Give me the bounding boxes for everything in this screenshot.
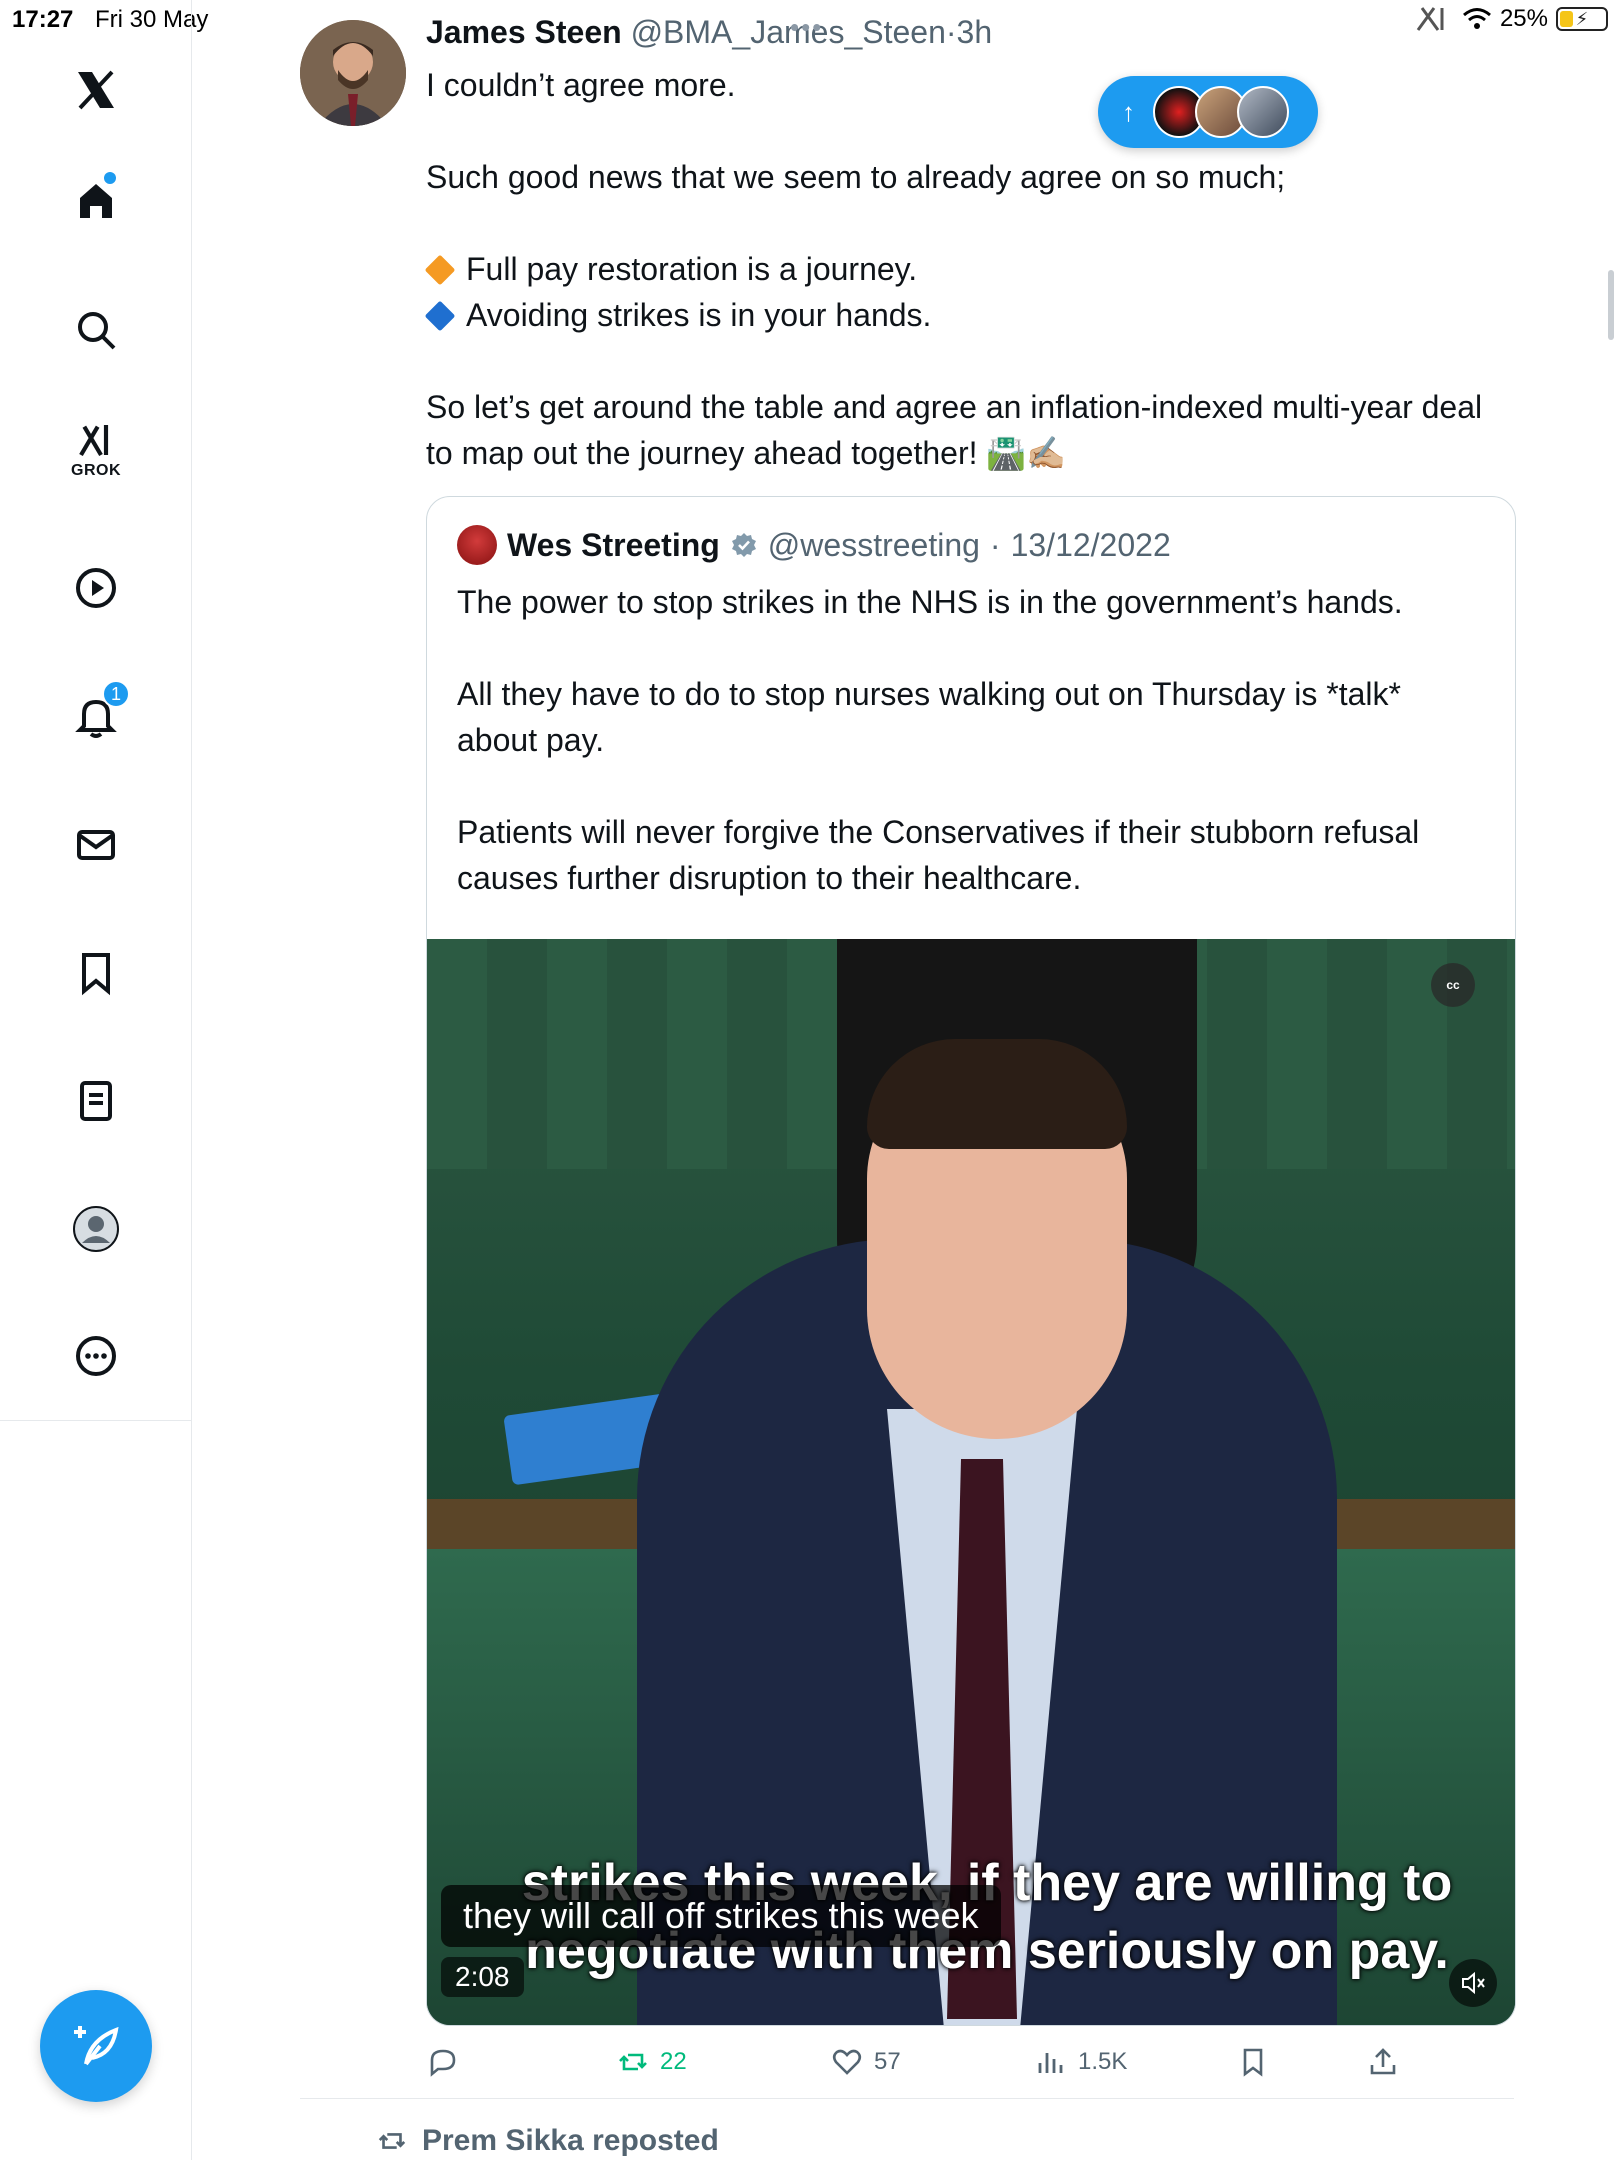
mute-button[interactable] (1449, 1959, 1497, 2007)
home-unread-dot (104, 172, 116, 184)
author-avatar[interactable] (300, 20, 406, 126)
author-name[interactable]: James Steen (426, 14, 622, 50)
video-icon[interactable] (56, 548, 136, 628)
grok-nav-item[interactable]: GROK (56, 410, 136, 490)
tweet-header: James Steen @BMA_James_Steen·3h (426, 14, 992, 51)
like-count: 57 (874, 2048, 901, 2075)
sidebar: GROK 1 (0, 0, 192, 2160)
bookmark-icon (1243, 2048, 1263, 2077)
repost-indicator-label: Prem Sikka reposted (422, 2124, 719, 2157)
tweet-line-2: Such good news that we seem to already a… (426, 159, 1286, 195)
repost-small-icon (378, 2133, 406, 2149)
quoted-para-3: Patients will never forgive the Conserva… (457, 814, 1420, 896)
notifications-icon[interactable]: 1 (56, 676, 136, 756)
quoted-para-2: All they have to do to stop nurses walki… (457, 676, 1401, 758)
bookmarks-icon[interactable] (56, 933, 136, 1013)
quoted-body: The power to stop strikes in the NHS is … (457, 579, 1487, 901)
header-separator: · (945, 14, 957, 50)
new-posts-avatars (1153, 86, 1289, 138)
bullet-1-text: Full pay restoration is a journey. (466, 251, 918, 287)
tweet-line-1: I couldn’t agree more. (426, 67, 736, 103)
video-caption: they will call off strikes this week (441, 1885, 1001, 1947)
action-bar: 22 57 1.5K (426, 2038, 1426, 2086)
share-icon (1370, 2048, 1396, 2075)
blue-diamond-icon (424, 300, 456, 332)
repost-indicator[interactable]: Prem Sikka reposted (376, 2124, 719, 2158)
quoted-author-handle[interactable]: @wesstreeting (768, 527, 980, 564)
tweet-line-3: So let’s get around the table and agree … (426, 389, 1483, 471)
new-posts-pill[interactable]: ↑ (1098, 76, 1318, 148)
grok-status-icon (1416, 7, 1444, 31)
speaker-muted-icon (1462, 1971, 1485, 1995)
quoted-header: Wes Streeting @wesstreeting · 13/12/2022 (457, 525, 1171, 565)
lists-icon[interactable] (56, 1061, 136, 1141)
quoted-author-avatar[interactable] (457, 525, 497, 565)
share-button[interactable] (1366, 2038, 1400, 2086)
sidebar-divider (0, 1420, 192, 1421)
bullet-2-text: Avoiding strikes is in your hands. (466, 297, 932, 333)
x-logo-icon[interactable] (56, 50, 136, 130)
pill-avatar-3 (1237, 86, 1289, 138)
notifications-badge: 1 (102, 680, 130, 708)
video-player[interactable]: cc strikes this week, if they are willin… (427, 939, 1515, 2025)
orange-diamond-icon (424, 254, 456, 286)
more-icon[interactable] (56, 1316, 136, 1396)
battery-icon: ⚡ (1556, 7, 1608, 31)
grok-icon (79, 425, 109, 457)
tweet-bullet-2: Avoiding strikes is in your hands. (424, 292, 1506, 338)
messages-icon[interactable] (56, 805, 136, 885)
tweet-body: I couldn’t agree more. Such good news th… (424, 62, 1506, 476)
battery-percent: 25% (1499, 5, 1548, 32)
compose-feather-icon (74, 2026, 119, 2066)
author-handle[interactable]: @BMA_James_Steen (631, 14, 946, 50)
scrollbar[interactable] (1608, 270, 1614, 340)
repost-count: 22 (660, 2048, 687, 2075)
tweet-separator (300, 2098, 1514, 2099)
home-icon[interactable] (56, 160, 136, 240)
closed-captions-button[interactable]: cc (1431, 963, 1475, 1007)
multitask-dots-icon[interactable]: ••• (790, 12, 823, 43)
views-count: 1.5K (1078, 2048, 1128, 2075)
compose-button[interactable] (40, 1990, 152, 2102)
quoted-author-name[interactable]: Wes Streeting (507, 527, 720, 564)
grok-label: GROK (71, 462, 121, 479)
quoted-post[interactable]: Wes Streeting @wesstreeting · 13/12/2022 T… (426, 496, 1516, 2026)
like-button[interactable]: 57 (830, 2038, 901, 2086)
search-icon[interactable] (56, 290, 136, 370)
video-duration: 2:08 (441, 1957, 524, 1997)
bookmark-button[interactable] (1236, 2038, 1270, 2086)
repost-button[interactable]: 22 (616, 2038, 687, 2086)
video-speaker-hair (867, 1039, 1127, 1149)
quoted-date[interactable]: 13/12/2022 (1011, 527, 1171, 564)
status-right: 25% ⚡ (1414, 4, 1608, 34)
arrow-up-icon: ↑ (1122, 96, 1135, 127)
quoted-separator: · (989, 526, 1001, 563)
heart-icon (832, 2049, 862, 2075)
repost-icon (619, 2053, 647, 2071)
views-chart-icon (1038, 2053, 1063, 2073)
tweet-bullet-1: Full pay restoration is a journey. (424, 246, 1506, 292)
reply-icon (430, 2049, 456, 2077)
profile-avatar-icon[interactable] (56, 1189, 136, 1269)
verified-badge-icon (731, 533, 756, 557)
tweet-time[interactable]: 3h (957, 14, 993, 50)
quoted-para-1: The power to stop strikes in the NHS is … (457, 584, 1403, 620)
reply-button[interactable] (426, 2038, 460, 2086)
views-button[interactable]: 1.5K (1034, 2038, 1127, 2086)
wifi-icon (1462, 8, 1491, 29)
